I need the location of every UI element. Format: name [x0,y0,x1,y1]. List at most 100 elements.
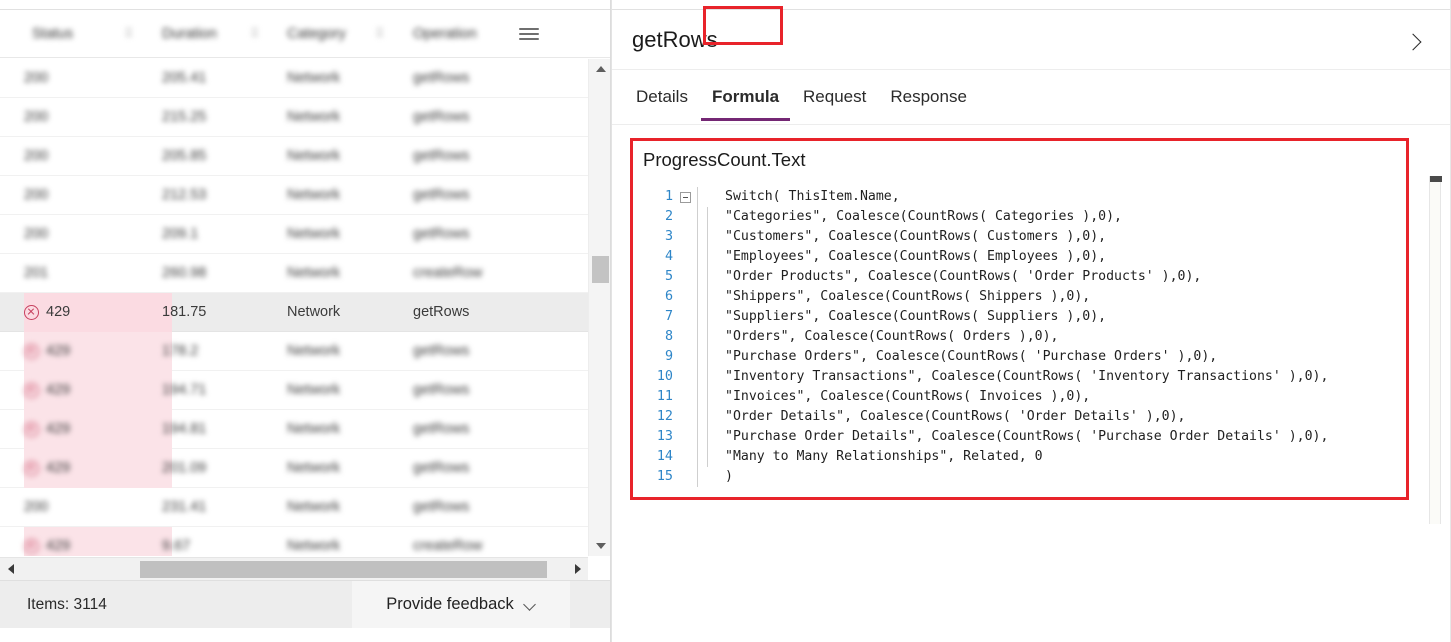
line-number: 4 [664,249,673,264]
column-header-status[interactable]: Status [32,26,73,42]
code-line: 9 "Purchase Orders", Coalesce(CountRows( … [639,347,1402,367]
error-circle-x-icon [24,304,39,320]
provide-feedback-button[interactable]: Provide feedback [352,581,570,628]
cell-category: Network [287,421,341,437]
code-line: 12 "Order Details", Coalesce(CountRows( '… [639,407,1402,427]
cell-status: 429 [24,460,70,476]
collapse-fold-icon[interactable] [679,191,691,203]
cell-operation: getRows [413,460,470,476]
table-row[interactable]: 429 194.81 Network getRows [0,410,588,449]
scroll-right-arrow[interactable] [567,558,588,580]
scroll-up-arrow[interactable] [589,59,610,79]
cell-duration: 194.81 [162,421,207,437]
indent-guide [707,267,725,287]
column-separator[interactable]: ⠿ [375,26,385,42]
indent-guide [707,247,725,267]
code-line: 13 "Purchase Order Details", Coalesce(Cou… [639,427,1402,447]
line-number: 3 [664,229,673,244]
table-row[interactable]: 429 194.71 Network getRows [0,371,588,410]
horizontal-scroll-thumb[interactable] [140,561,547,578]
cell-status: 200 [24,109,48,125]
items-count-label: Items: 3114 [27,595,107,613]
table-row[interactable]: 429 181.75 Network getRows [0,293,588,332]
cell-operation: getRows [413,109,470,125]
indent-guide [697,287,707,307]
code-line: 1 Switch( ThisItem.Name, [639,187,1402,207]
cell-category: Network [287,187,341,203]
table-row[interactable]: 200 215.25 Network getRows [0,98,588,137]
status-value: 201 [24,265,49,281]
cell-duration: 205.85 [162,148,207,164]
monitor-table-panel: Status ⠿ Duration ⠿ Category ⠿ Operation… [0,0,611,642]
table-row[interactable]: 429 9.67 Network createRow [0,527,588,556]
status-value: 429 [46,538,71,554]
code-line: 5 "Order Products", Coalesce(CountRows( '… [639,267,1402,287]
code-text: "Orders", Coalesce(CountRows( Orders ),0… [725,329,1059,344]
scroll-left-arrow[interactable] [0,558,21,580]
details-pane-title-bar: getRows [612,9,1451,70]
fold-gutter[interactable] [673,191,697,203]
table-row[interactable]: 200 209.1 Network getRows [0,215,588,254]
scroll-down-arrow[interactable] [589,536,610,556]
cell-status: 201 [24,265,48,281]
cell-duration: 215.25 [162,109,207,125]
tab-details[interactable]: Details [624,72,700,122]
hamburger-icon[interactable] [519,28,539,42]
details-pane-scrollbar[interactable] [1429,176,1442,524]
cell-status: 200 [24,148,48,164]
indent-guide [697,267,707,287]
indent-guide [707,207,725,227]
table-row[interactable]: 200 212.53 Network getRows [0,176,588,215]
tab-formula[interactable]: Formula [700,72,791,122]
cell-operation: getRows [413,304,470,320]
tab-response[interactable]: Response [878,72,979,122]
vertical-scroll-thumb[interactable] [592,256,609,283]
cell-duration: 205.41 [162,70,207,86]
cell-duration: 181.75 [162,304,207,320]
table-row[interactable]: 201 260.98 Network createRow [0,254,588,293]
indent-guide [707,327,725,347]
table-horizontal-scrollbar[interactable] [0,557,588,580]
cell-operation: getRows [413,421,470,437]
column-separator[interactable]: ⠿ [124,26,134,42]
cell-status: 200 [24,226,48,242]
indent-guide [707,287,725,307]
cell-operation: getRows [413,499,470,515]
column-header-category[interactable]: Category [287,26,346,42]
page-title: getRows [632,26,718,52]
formula-code-viewer[interactable]: 1 Switch( ThisItem.Name, 2 "Categories", Co… [639,187,1402,491]
chevron-right-icon[interactable] [1404,32,1424,52]
code-text: "Many to Many Relationships", Related, 0 [725,449,1043,464]
cell-category: Network [287,538,341,554]
cell-status: 200 [24,187,48,203]
indent-guide [707,227,725,247]
cell-category: Network [287,382,341,398]
provide-feedback-label: Provide feedback [386,595,514,613]
cell-operation: getRows [413,148,470,164]
column-header-operation[interactable]: Operation [413,26,477,42]
tab-request[interactable]: Request [791,72,878,122]
code-text: "Order Products", Coalesce(CountRows( 'O… [725,269,1202,284]
code-text: "Employees", Coalesce(CountRows( Employe… [725,249,1107,264]
line-number: 13 [656,429,673,444]
cell-operation: getRows [413,343,470,359]
table-row[interactable]: 429 178.2 Network getRows [0,332,588,371]
error-circle-x-icon [24,421,39,437]
scrollbar-corner [588,557,610,580]
cell-category: Network [287,265,341,281]
details-scroll-thumb[interactable] [1430,176,1442,182]
table-row[interactable]: 429 201.09 Network getRows [0,449,588,488]
cell-operation: getRows [413,382,470,398]
line-number: 15 [656,469,673,484]
cell-duration: 212.53 [162,187,207,203]
table-row[interactable]: 200 205.41 Network getRows [0,59,588,98]
table-vertical-scrollbar[interactable] [588,59,610,556]
indent-guide [697,207,707,227]
cell-status: 200 [24,70,48,86]
cell-status: 429 [24,304,70,320]
table-row[interactable]: 200 231.41 Network getRows [0,488,588,527]
code-text: "Suppliers", Coalesce(CountRows( Supplie… [725,309,1107,324]
table-row[interactable]: 200 205.85 Network getRows [0,137,588,176]
column-header-duration[interactable]: Duration [162,26,217,42]
column-separator[interactable]: ⠿ [250,26,260,42]
